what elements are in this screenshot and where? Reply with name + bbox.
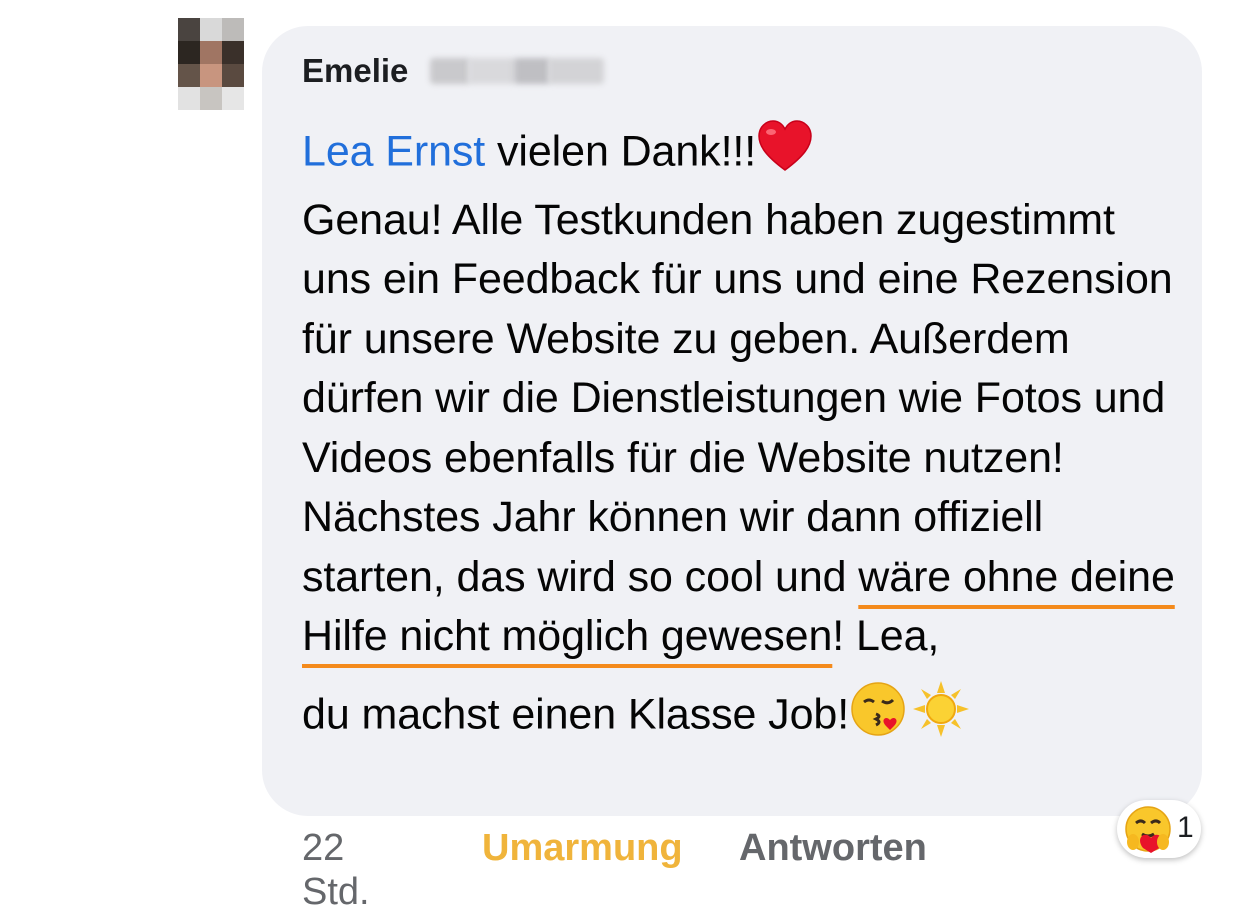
comment-body: Lea Ernst vielen Dank!!! Genau! Alle Tes… xyxy=(302,118,1182,755)
first-line-text: vielen Dank!!! xyxy=(485,127,757,176)
comment-author[interactable]: Emelie xyxy=(302,49,408,93)
comment-paragraph: Genau! Alle Testkunden haben zugestimmt … xyxy=(302,195,1173,601)
timestamp[interactable]: 22 Std. xyxy=(302,826,370,914)
reply-button[interactable]: Antworten xyxy=(739,826,927,870)
sun-emoji xyxy=(911,679,971,756)
heart-emoji xyxy=(756,118,814,191)
mention-link[interactable]: Lea Ernst xyxy=(302,128,485,176)
reaction-summary[interactable]: 1 xyxy=(1117,800,1201,858)
avatar[interactable] xyxy=(178,18,244,110)
last-line-text: du machst einen Klasse Job! xyxy=(302,690,850,739)
after-highlight-text: ! Lea, xyxy=(832,612,940,660)
kiss-emoji xyxy=(849,680,907,755)
hug-reaction-button[interactable]: Umarmung xyxy=(482,826,683,870)
redacted-surname xyxy=(430,58,610,88)
reaction-count: 1 xyxy=(1177,811,1194,844)
care-reaction-icon xyxy=(1123,804,1173,859)
